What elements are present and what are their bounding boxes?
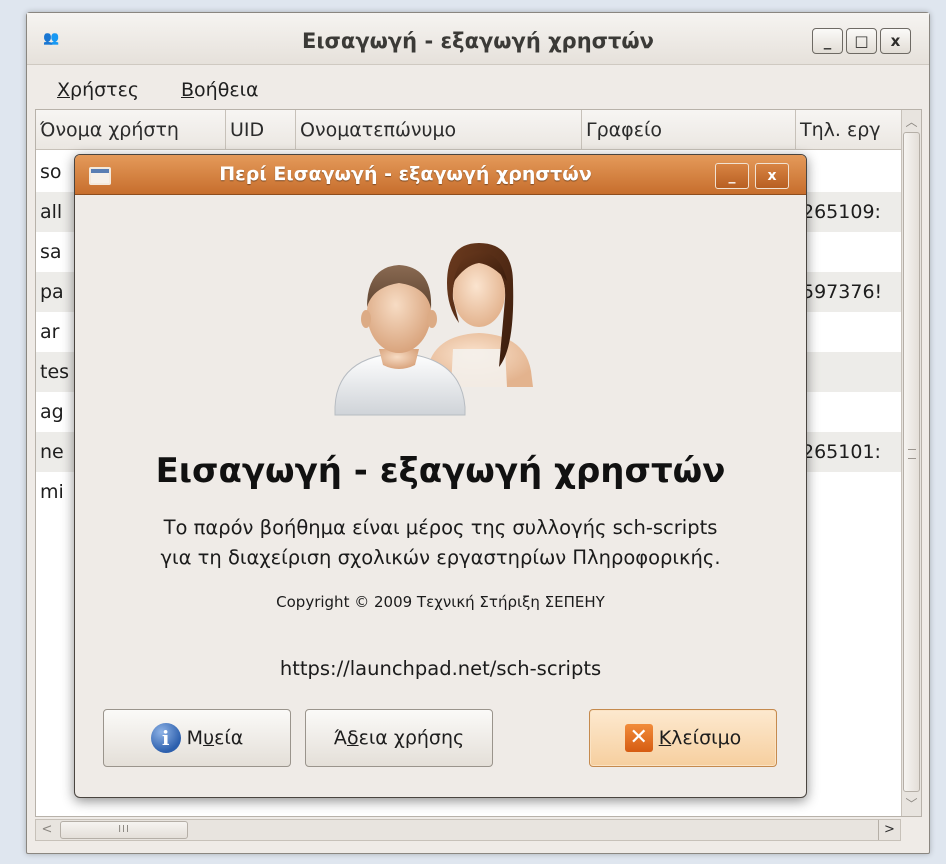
close-button[interactable]: ✕ Κλείσιμο [589,709,777,767]
comment-line-2: για τη διαχείριση σχολικών εργαστηρίων Π… [160,546,721,569]
cell-username: sa [40,241,62,263]
cell-phone: 265109: [802,201,881,223]
info-icon: i [150,723,181,753]
cell-username: ne [40,441,64,463]
credits-label: Μυεία [186,727,244,749]
main-titlebar[interactable]: 👥 Εισαγωγή - εξαγωγή χρηστών _ □ x [27,13,929,65]
main-window-title: Εισαγωγή - εξαγωγή χρηστών [302,29,654,53]
menubar: Χρήστες Βοήθεια [27,67,929,109]
horizontal-scrollbar[interactable]: < III > [35,819,901,841]
vertical-scrollbar[interactable]: ︿ ﹀ [901,110,921,816]
cell-username: mi [40,481,64,503]
scroll-up-icon[interactable]: ︿ [903,112,920,132]
column-header-username[interactable]: Όνομα χρήστη [36,110,226,150]
cell-username: ag [40,401,64,423]
about-titlebar[interactable]: Περί Εισαγωγή - εξαγωγή χρηστών _ x [75,155,806,195]
close-icon: ✕ [624,724,653,752]
website-link[interactable]: https://launchpad.net/sch-scripts [75,657,806,680]
window-icon [89,167,111,185]
menu-help-label: οήθεια [194,79,259,101]
program-comment: Το παρόν βοήθημα είναι μέρος της συλλογή… [95,513,786,573]
scroll-grip-icon [908,449,916,459]
cell-phone: 597376! [802,281,883,303]
scroll-right-icon[interactable]: > [878,820,900,840]
copyright-text: Copyright © 2009 Τεχνική Στήριξη ΣΕΠΕΗΥ [276,593,605,611]
menu-users-mnemonic: Χ [57,79,71,101]
menu-help-mnemonic: Β [181,79,195,101]
comment-line-1: Το παρόν βοήθημα είναι μέρος της συλλογή… [163,516,718,539]
about-minimize-button[interactable]: _ [715,163,749,189]
license-label: Άδεια χρήσης [333,727,465,749]
scroll-down-icon[interactable]: ﹀ [903,794,920,814]
license-button[interactable]: Άδεια χρήσης [305,709,493,767]
scroll-left-icon[interactable]: < [36,820,58,840]
column-header-uid[interactable]: UID [226,110,296,150]
minimize-button[interactable]: _ [812,28,843,54]
users-icon [334,243,533,416]
about-dialog: Περί Εισαγωγή - εξαγωγή χρηστών _ x Εισα… [74,154,807,798]
column-header-fullname[interactable]: Ονοματεπώνυμο [296,110,582,150]
close-window-button[interactable]: x [880,28,911,54]
about-close-window-button[interactable]: x [755,163,789,189]
credits-button[interactable]: i Μυεία [103,709,291,767]
menu-users[interactable]: Χρήστες [57,79,139,101]
horizontal-scroll-thumb[interactable]: III [60,821,188,839]
close-label: Κλείσιμο [658,727,742,749]
cell-username: pa [40,281,64,303]
column-header-office[interactable]: Γραφείο [582,110,796,150]
cell-username: so [40,161,62,183]
cell-username: ar [40,321,60,343]
table-header: Όνομα χρήστη UID Ονοματεπώνυμο Γραφείο Τ… [36,110,902,150]
vertical-scroll-thumb[interactable] [903,132,920,792]
cell-username: tes [40,361,70,383]
cell-phone: 265101: [802,441,881,463]
cell-username: all [40,201,63,223]
menu-help[interactable]: Βοήθεια [181,79,259,101]
menu-users-label: ρήστες [70,79,140,101]
maximize-button[interactable]: □ [846,28,877,54]
program-name: Εισαγωγή - εξαγωγή χρηστών [155,451,726,491]
about-dialog-title: Περί Εισαγωγή - εξαγωγή χρηστών [219,163,592,185]
column-header-work-phone[interactable]: Τηλ. εργ [796,110,902,150]
